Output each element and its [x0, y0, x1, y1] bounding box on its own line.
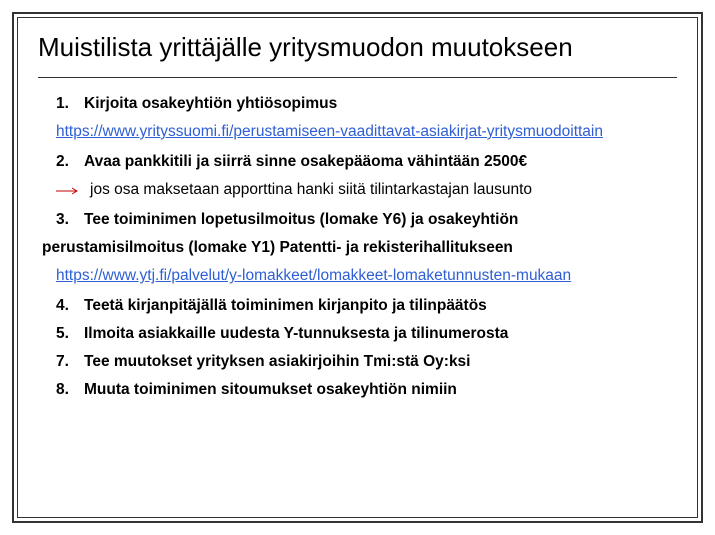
list-item: 4. Teetä kirjanpitäjällä toiminimen kirj… — [38, 294, 677, 318]
item-number: 8. — [38, 378, 84, 402]
list-item: 7. Tee muutokset yrityksen asiakirjoihin… — [38, 350, 677, 374]
inner-frame: Muistilista yrittäjälle yritysmuodon muu… — [17, 17, 698, 518]
sub-note: jos osa maksetaan apporttina hanki siitä… — [38, 178, 677, 202]
item-number: 4. — [38, 294, 84, 318]
content: 1. Kirjoita osakeyhtiön yhtiösopimus htt… — [38, 92, 677, 402]
item-text: Tee toiminimen lopetusilmoitus (lomake Y… — [84, 208, 677, 232]
list-item: 8. Muuta toiminimen sitoumukset osakeyht… — [38, 378, 677, 402]
item-text: Ilmoita asiakkaille uudesta Y-tunnuksest… — [84, 322, 677, 346]
list-item: 2. Avaa pankkitili ja siirrä sinne osake… — [38, 150, 677, 174]
item-number: 7. — [38, 350, 84, 374]
item-number: 1. — [38, 92, 84, 116]
item-text: Teetä kirjanpitäjällä toiminimen kirjanp… — [84, 294, 677, 318]
link-2[interactable]: https://www.ytj.fi/palvelut/y-lomakkeet/… — [56, 267, 571, 284]
item-number: 5. — [38, 322, 84, 346]
arrow-icon — [56, 179, 82, 201]
item-text: Muuta toiminimen sitoumukset osakeyhtiön… — [84, 378, 677, 402]
link-text[interactable]: https://www.ytj.fi/palvelut/y-lomakkeet/… — [38, 264, 677, 288]
item-text: Kirjoita osakeyhtiön yhtiösopimus — [84, 92, 677, 116]
link-text[interactable]: https://www.yrityssuomi.fi/perustamiseen… — [38, 120, 677, 144]
item-number: 2. — [38, 150, 84, 174]
item-text: Tee muutokset yrityksen asiakirjoihin Tm… — [84, 350, 677, 374]
list-item: 3. Tee toiminimen lopetusilmoitus (lomak… — [38, 208, 677, 232]
item-number: 3. — [38, 208, 84, 232]
sub-note-text: jos osa maksetaan apporttina hanki siitä… — [90, 178, 532, 202]
list-item: 1. Kirjoita osakeyhtiön yhtiösopimus — [38, 92, 677, 116]
item-text: Avaa pankkitili ja siirrä sinne osakepää… — [84, 150, 677, 174]
list-item: 5. Ilmoita asiakkaille uudesta Y-tunnuks… — [38, 322, 677, 346]
page-title: Muistilista yrittäjälle yritysmuodon muu… — [38, 32, 677, 78]
item-continuation: perustamisilmoitus (lomake Y1) Patentti-… — [38, 236, 677, 260]
link-1[interactable]: https://www.yrityssuomi.fi/perustamiseen… — [56, 123, 603, 140]
outer-frame: Muistilista yrittäjälle yritysmuodon muu… — [12, 12, 703, 523]
